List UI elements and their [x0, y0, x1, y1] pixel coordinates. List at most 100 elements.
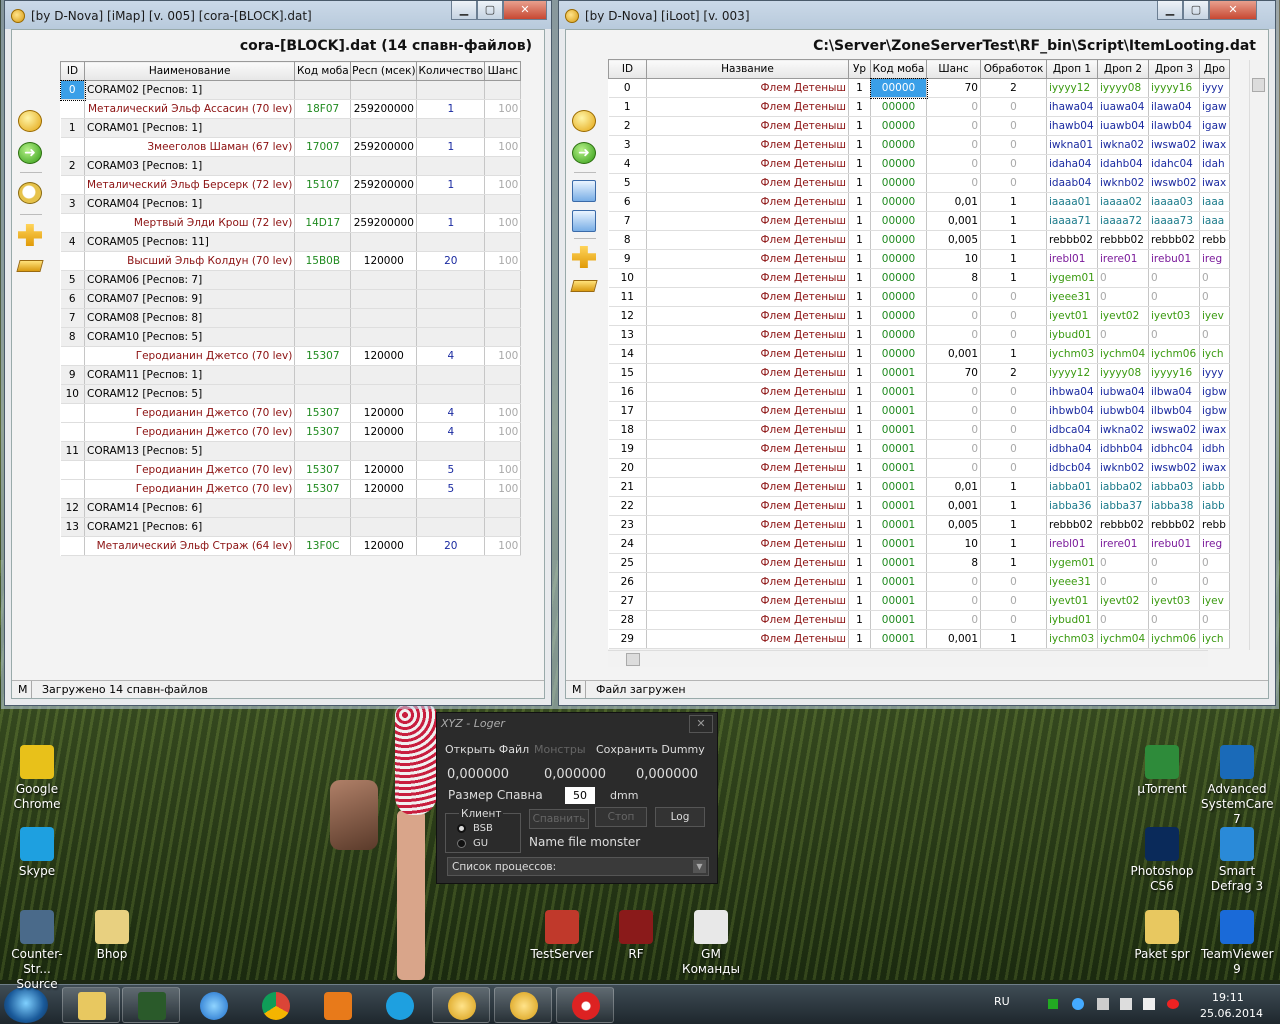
globe-refresh-icon[interactable] — [572, 110, 596, 132]
table-row[interactable]: 8 Флем Детеныш 1 00000 0,005 1 rebbb02 rebbb02 r… — [608, 230, 1230, 250]
table-row[interactable]: 17 Флем Детеныш 1 00001 0 0 ihbwb04 iubwb04 ilbw… — [608, 401, 1230, 421]
taskbar-imap[interactable] — [432, 987, 490, 1023]
table-row[interactable]: 13 CORAM21 [Респов: 6] — [60, 517, 522, 537]
iloot-titlebar[interactable]: [by D-Nova] [iLoot] [v. 003] ▁ ▢ ✕ — [559, 1, 1275, 29]
desktop-icon-left-2[interactable]: Counter-Str... Source — [1, 910, 73, 992]
table-row[interactable]: 21 Флем Детеныш 1 00001 0,01 1 iabba01 iabba02 i… — [608, 477, 1230, 497]
tray-flag-icon[interactable] — [1097, 998, 1109, 1010]
table-row[interactable]: 24 Флем Детеныш 1 00001 10 1 irebl01 irere01 ire… — [608, 534, 1230, 554]
scroll-thumb[interactable] — [1252, 78, 1265, 92]
table-row[interactable]: 0 CORAM02 [Респов: 1] — [59, 79, 522, 101]
column-header[interactable]: Код моба — [870, 59, 927, 79]
table-row[interactable]: 6 CORAM07 [Респов: 9] — [60, 289, 522, 309]
radio-bsb[interactable] — [457, 824, 466, 833]
clock-date[interactable]: 25.06.2014 — [1200, 1007, 1263, 1020]
column-header[interactable]: Наименование — [83, 61, 296, 81]
save-file-icon[interactable] — [572, 210, 596, 232]
column-header[interactable]: Дроп 1 — [1046, 59, 1098, 79]
desktop-icon-right-3[interactable]: Smart Defrag 3 — [1201, 827, 1273, 894]
table-row[interactable]: 4 CORAM05 [Респов: 11] — [60, 232, 522, 252]
table-row[interactable]: 5 CORAM06 [Респов: 7] — [60, 270, 522, 290]
table-row[interactable]: 29 Флем Детеныш 1 00001 0,001 1 iychm03 iychm04… — [608, 629, 1230, 649]
taskbar-monitor[interactable] — [122, 987, 180, 1023]
column-header[interactable]: ID — [60, 61, 85, 81]
clock-time[interactable]: 19:11 — [1212, 991, 1244, 1004]
column-header[interactable]: Дроп 3 — [1148, 59, 1200, 79]
table-row[interactable]: 26 Флем Детеныш 1 00001 0 0 iyeee31 0 0 0 — [608, 572, 1230, 592]
tray-icon[interactable] — [1048, 999, 1058, 1009]
table-row[interactable]: Металический Эльф Ассасин (70 lev) 18F07 2… — [60, 99, 522, 119]
table-row[interactable]: 27 Флем Детеныш 1 00001 0 0 iyevt01 iyevt02 iyev… — [608, 591, 1230, 611]
desktop-icon-mid-2[interactable]: GM Команды — [675, 910, 747, 977]
taskbar-loger[interactable] — [556, 987, 614, 1023]
column-header[interactable]: Код моба — [294, 61, 352, 81]
table-row[interactable]: 10 CORAM12 [Респов: 5] — [60, 384, 522, 404]
column-header[interactable]: ID — [608, 59, 647, 79]
column-header[interactable]: Респ (мсек) — [350, 61, 418, 81]
table-row[interactable]: 28 Флем Детеныш 1 00001 0 0 iybud01 0 0 0 — [608, 610, 1230, 630]
table-row[interactable]: Геродианин Джетсо (70 lev) 15307 120000 4 10… — [60, 422, 522, 442]
menu-open-file[interactable]: Открыть Файл — [445, 743, 529, 756]
desktop-icon-mid-0[interactable]: TestServer — [526, 910, 598, 962]
table-row[interactable]: 3 CORAM04 [Респов: 1] — [60, 194, 522, 214]
table-row[interactable]: 25 Флем Детеныш 1 00001 8 1 iygem01 0 0 0 — [608, 553, 1230, 573]
column-header[interactable]: Дроп 2 — [1097, 59, 1149, 79]
table-row[interactable]: 12 Флем Детеныш 1 00000 0 0 iyevt01 iyevt02 iyev… — [608, 306, 1230, 326]
desktop-icon-right-0[interactable]: µTorrent — [1126, 745, 1198, 797]
table-row[interactable]: 10 Флем Детеныш 1 00000 8 1 iygem01 0 0 0 — [608, 268, 1230, 288]
table-row[interactable]: Металический Эльф Страж (64 lev) 13F0C 120… — [60, 536, 522, 556]
table-row[interactable]: Геродианин Джетсо (70 lev) 15307 120000 5 10… — [60, 479, 522, 499]
table-row[interactable]: 19 Флем Детеныш 1 00001 0 0 idbha04 idbhb04 idbh… — [608, 439, 1230, 459]
table-row[interactable]: Геродианин Джетсо (70 lev) 15307 120000 4 10… — [60, 403, 522, 423]
table-row[interactable]: 5 Флем Детеныш 1 00000 0 0 idaab04 iwknb02 iwswb… — [608, 173, 1230, 193]
table-row[interactable]: 1 CORAM01 [Респов: 1] — [60, 118, 522, 138]
taskbar-skype[interactable] — [370, 987, 428, 1023]
taskbar-media[interactable] — [308, 987, 366, 1023]
desktop-icon-left-0[interactable]: Google Chrome — [1, 745, 73, 812]
globe-refresh-icon[interactable] — [18, 110, 42, 132]
table-row[interactable]: 23 Флем Детеныш 1 00001 0,005 1 rebbb02 rebbb02… — [608, 515, 1230, 535]
add-icon[interactable] — [572, 246, 596, 268]
table-row[interactable]: 11 Флем Детеныш 1 00000 0 0 iyeee31 0 0 0 — [608, 287, 1230, 307]
close-button[interactable]: ✕ — [689, 715, 713, 733]
column-header[interactable]: Обработок — [980, 59, 1047, 79]
table-row[interactable]: 3 Флем Детеныш 1 00000 0 0 iwkna01 iwkna02 iwswa… — [608, 135, 1230, 155]
scroll-thumb[interactable] — [626, 653, 640, 666]
start-button[interactable] — [4, 987, 48, 1023]
tray-red-icon[interactable] — [1167, 999, 1179, 1009]
desktop-icon-right-2[interactable]: Photoshop CS6 — [1126, 827, 1198, 894]
tray-network-icon[interactable] — [1120, 998, 1132, 1010]
volume-icon[interactable] — [1143, 998, 1155, 1010]
radio-gu[interactable] — [457, 839, 466, 848]
column-header[interactable]: Шанс — [484, 61, 522, 81]
taskbar-explorer[interactable] — [62, 987, 120, 1023]
table-row[interactable]: Металический Эльф Берсерк (72 lev) 15107 2… — [60, 175, 522, 195]
desktop-icon-right-4[interactable]: Paket spr — [1126, 910, 1198, 962]
stop-button[interactable]: Стоп — [595, 807, 647, 827]
open-file-icon[interactable] — [572, 180, 596, 202]
table-row[interactable]: 9 Флем Детеныш 1 00000 10 1 irebl01 irere01 ireb… — [608, 249, 1230, 269]
table-row[interactable]: 7 CORAM08 [Респов: 8] — [60, 308, 522, 328]
table-row[interactable]: 20 Флем Детеныш 1 00001 0 0 idbcb04 iwknb02 iwsw… — [608, 458, 1230, 478]
table-row[interactable]: 13 Флем Детеныш 1 00000 0 0 iybud01 0 0 0 — [608, 325, 1230, 345]
table-row[interactable]: 1 Флем Детеныш 1 00000 0 0 ihawa04 iuawa04 ilawa… — [608, 97, 1230, 117]
minimize-button[interactable]: ▁ — [451, 1, 477, 20]
language-indicator[interactable]: RU — [994, 995, 1010, 1008]
table-row[interactable]: 14 Флем Детеныш 1 00000 0,001 1 iychm03 iychm04… — [608, 344, 1230, 364]
table-row[interactable]: 7 Флем Детеныш 1 00000 0,001 1 iaaaa71 iaaaa72 i… — [608, 211, 1230, 231]
arrow-right-icon[interactable]: ➜ — [18, 142, 42, 164]
clock-icon[interactable] — [18, 182, 42, 204]
gold-bar-icon[interactable] — [570, 280, 598, 292]
chevron-down-icon[interactable]: ▼ — [693, 860, 706, 873]
process-list-select[interactable]: Список процессов: ▼ — [447, 857, 709, 876]
taskbar-iloot[interactable] — [494, 987, 552, 1023]
table-row[interactable]: Мертвый Элди Крош (72 lev) 14D17 259200000… — [60, 213, 522, 233]
table-row[interactable]: 9 CORAM11 [Респов: 1] — [60, 365, 522, 385]
table-row[interactable]: 16 Флем Детеныш 1 00001 0 0 ihbwa04 iubwa04 ilbw… — [608, 382, 1230, 402]
table-row[interactable]: 12 CORAM14 [Респов: 6] — [60, 498, 522, 518]
taskbar-ie[interactable] — [184, 987, 242, 1023]
table-row[interactable]: 0 Флем Детеныш 1 00000 70 2 iyyyy12 iyyyy08 iyyy… — [608, 77, 1230, 99]
taskbar-chrome[interactable] — [246, 987, 304, 1023]
table-row[interactable]: 4 Флем Детеныш 1 00000 0 0 idaha04 idahb04 idahc… — [608, 154, 1230, 174]
menu-save-dummy[interactable]: Сохранить Dummy — [596, 743, 705, 756]
